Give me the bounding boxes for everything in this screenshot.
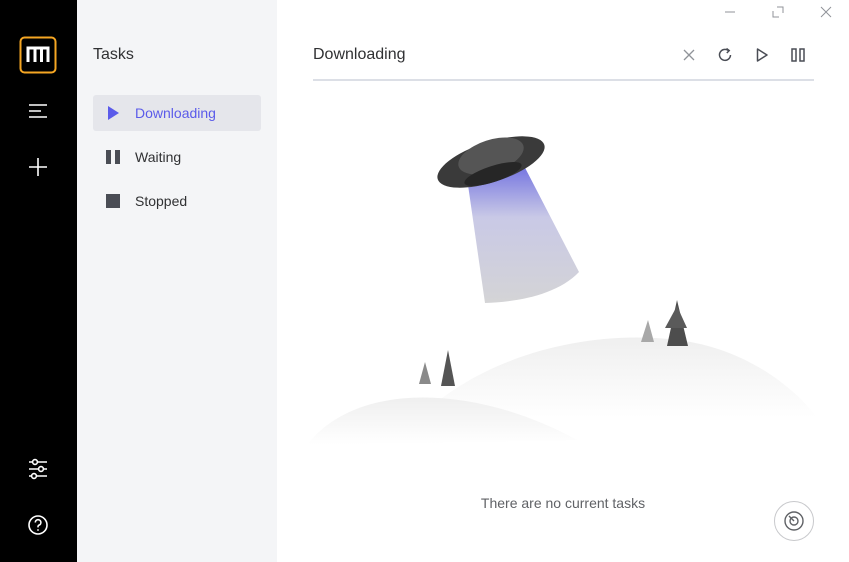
sidebar-item-label: Waiting bbox=[135, 149, 182, 165]
sidebar-item-label: Stopped bbox=[135, 193, 188, 209]
menu-icon[interactable] bbox=[18, 91, 58, 131]
help-icon[interactable] bbox=[18, 505, 58, 545]
maximize-icon[interactable] bbox=[768, 2, 788, 22]
sidebar-item-downloading[interactable]: Downloading bbox=[93, 95, 261, 131]
pause-icon bbox=[105, 149, 121, 165]
stop-icon bbox=[105, 193, 121, 209]
plus-icon[interactable] bbox=[18, 147, 58, 187]
sidebar-item-stopped[interactable]: Stopped bbox=[93, 183, 261, 219]
sliders-icon[interactable] bbox=[18, 449, 58, 489]
pause-icon[interactable] bbox=[787, 44, 809, 66]
page-title: Downloading bbox=[313, 46, 406, 63]
sidebar-item-waiting[interactable]: Waiting bbox=[93, 139, 261, 175]
sidebar-item-label: Downloading bbox=[135, 105, 216, 121]
minimize-icon[interactable] bbox=[720, 2, 740, 22]
motrix-logo-icon[interactable] bbox=[18, 35, 58, 75]
close-icon[interactable] bbox=[678, 44, 700, 66]
close-window-icon[interactable] bbox=[816, 2, 836, 22]
refresh-icon[interactable] bbox=[714, 44, 736, 66]
ufo-illustration-icon bbox=[307, 136, 817, 445]
speedometer-icon[interactable] bbox=[774, 501, 814, 541]
main-panel: Downloading There are no current tasks bbox=[277, 0, 849, 562]
app-rail bbox=[0, 0, 77, 562]
sidebar-title: Tasks bbox=[93, 46, 134, 63]
play-icon bbox=[105, 105, 121, 121]
header-divider bbox=[313, 79, 814, 81]
empty-state-text: There are no current tasks bbox=[480, 495, 646, 511]
tasks-sidebar: Tasks Downloading Waiting Stopped bbox=[77, 0, 277, 562]
play-icon[interactable] bbox=[751, 44, 773, 66]
